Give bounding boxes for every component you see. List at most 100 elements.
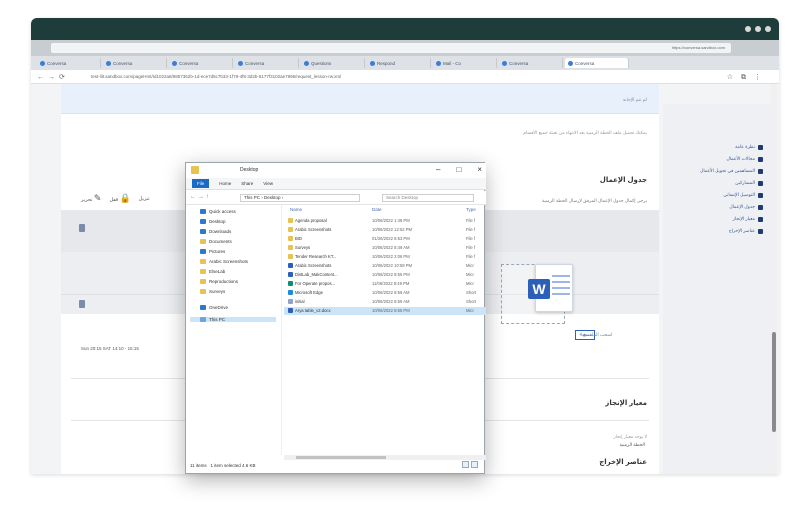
- nav-label: ElseLab: [209, 269, 226, 274]
- column-date[interactable]: Date: [372, 207, 382, 212]
- window-controls: [745, 26, 771, 32]
- nav-item-selected[interactable]: This PC: [190, 317, 276, 322]
- file-row[interactable]: Arabic Screenshots 10/06/2022 12:52 PM Fil…: [284, 226, 486, 234]
- column-type[interactable]: Type: [466, 207, 476, 212]
- word-doc-icon: [288, 272, 293, 277]
- file-date: 11/06/2022 8:49 PM: [372, 281, 410, 286]
- tab-label: Conversa: [509, 60, 529, 66]
- sidebar-item[interactable]: جدول الإعمال: [729, 204, 763, 210]
- word-icon: W: [528, 279, 550, 299]
- nav-item[interactable]: Arabic Screenshots: [200, 259, 248, 264]
- nav-label: Quick access: [209, 209, 236, 214]
- file-name-cell: Arya table_v2.docx: [288, 308, 368, 313]
- browser-tab[interactable]: Conversa: [103, 58, 167, 68]
- browser-tab[interactable]: Conversa: [235, 58, 299, 68]
- sidebar-item[interactable]: المشاركين: [735, 180, 763, 186]
- minimize-dot[interactable]: [745, 26, 751, 32]
- notice-text: لم تتم الإجابة: [622, 97, 647, 102]
- tab-favicon-icon: [568, 60, 573, 66]
- browser-tab[interactable]: Conversa: [37, 58, 101, 68]
- file-name: Microsoft Edge: [295, 290, 323, 295]
- nav-item[interactable]: Pictures: [200, 249, 225, 254]
- file-type: Short: [466, 290, 477, 295]
- nav-label: Desktop: [209, 219, 226, 224]
- details-view-button[interactable]: [462, 461, 469, 468]
- sidebar-item[interactable]: عناصر الإخراج: [729, 228, 763, 234]
- nav-item[interactable]: Reproductions: [200, 279, 238, 284]
- ribbon-tab-file[interactable]: File: [192, 179, 210, 188]
- browser-tab[interactable]: Conversa: [169, 58, 233, 68]
- browser-actions[interactable]: ☆⧉⋮: [727, 73, 769, 82]
- file-row[interactable]: Tender Research KT... 10/06/2022 2:06 PM F…: [284, 253, 486, 261]
- sidebar-item[interactable]: معيار الإنجاز: [733, 216, 763, 222]
- sidebar: نظرة عامة مجالات الأعمال المساهمين في تح…: [663, 104, 773, 474]
- browser-tab[interactable]: Mail - Co: [433, 58, 497, 68]
- browser-tab-active[interactable]: Conversa: [565, 58, 629, 68]
- top-url-strip: https://conversa.sandbox.com: [31, 40, 779, 56]
- tab-label: Conversa: [575, 60, 595, 66]
- column-name[interactable]: Name: [290, 207, 302, 212]
- minimize-icon[interactable]: –: [436, 165, 440, 174]
- download-icon: [200, 229, 206, 234]
- folder-icon: [288, 254, 293, 259]
- file-row[interactable]: For Operate propos... 11/06/2022 8:49 PM M…: [284, 280, 486, 288]
- folder-icon: [191, 166, 199, 174]
- url-field[interactable]: test-lilt.sandbox.com/pageHmt/Id1022a6/9…: [91, 74, 341, 79]
- folder-icon: [200, 259, 206, 264]
- top-url-box[interactable]: https://conversa.sandbox.com: [51, 43, 731, 53]
- lock-button[interactable]: قفل 🔒: [109, 193, 130, 204]
- file-row[interactable]: Microsoft Edge 10/06/2022 8:59 AM Short: [284, 289, 486, 297]
- nav-item[interactable]: Downloads: [200, 229, 231, 234]
- nav-buttons[interactable]: ←→⟳: [37, 73, 69, 81]
- file-name: For Operate propos...: [295, 281, 336, 286]
- ribbon-tab-view[interactable]: View: [263, 181, 273, 186]
- nav-item[interactable]: Documents: [200, 239, 232, 244]
- sidebar-item[interactable]: التوصيل الإنساني: [723, 192, 763, 198]
- nav-item[interactable]: OneDrive: [200, 305, 228, 310]
- file-row[interactable]: Agenda proposal 10/06/2022 1:48 PM File f: [284, 217, 486, 225]
- nav-item[interactable]: ElseLab: [200, 269, 225, 274]
- sidebar-item[interactable]: المساهمين في تحويل الأعمال: [700, 168, 763, 174]
- explorer-status: 11 items 1 item selected 4.6 KB: [190, 463, 255, 468]
- ribbon-tab-home[interactable]: Home: [219, 181, 231, 186]
- file-row[interactable]: Arabic Screenshots 10/06/2022 10:59 PM Mic…: [284, 262, 486, 270]
- pc-icon: [200, 317, 206, 322]
- file-row[interactable]: BID 01/26/2022 8:53 PM File f: [284, 235, 486, 243]
- browser-tab[interactable]: Conversa: [499, 58, 563, 68]
- explorer-hscroll-thumb[interactable]: [296, 456, 386, 459]
- close-icon[interactable]: ×: [477, 165, 482, 174]
- file-row[interactable]: Surveys 10/06/2022 8:49 AM File f: [284, 244, 486, 252]
- download-button[interactable]: تنزيل: [139, 196, 150, 202]
- tab-favicon-icon: [40, 60, 45, 66]
- explorer-path[interactable]: This PC › Desktop ›: [240, 194, 360, 202]
- maximize-icon[interactable]: □: [456, 165, 461, 174]
- nav-label: Surveys: [209, 289, 226, 294]
- browser-tab[interactable]: Respond: [367, 58, 431, 68]
- scrollbar-thumb[interactable]: [772, 332, 776, 432]
- sidebar-item[interactable]: مجالات الأعمال: [727, 156, 763, 162]
- icons-view-button[interactable]: [471, 461, 478, 468]
- tab-bar: Conversa Conversa Conversa Conversa Ques…: [31, 56, 779, 70]
- nav-item[interactable]: Surveys: [200, 289, 225, 294]
- browser-tab[interactable]: Questions: [301, 58, 365, 68]
- nav-item[interactable]: Desktop: [200, 219, 226, 224]
- file-type: Micr: [466, 281, 474, 286]
- sidebar-item[interactable]: نظرة عامة: [735, 144, 763, 150]
- ribbon-tab-share[interactable]: Share: [241, 181, 253, 186]
- explorer-search-input[interactable]: Search Desktop: [382, 194, 474, 202]
- file-row-selected[interactable]: Arya table_v2.docx 10/06/2022 8:55 PM Micr: [284, 307, 486, 315]
- pencil-icon: ✎: [93, 193, 102, 203]
- sidebar-label: المساهمين في تحويل الأعمال: [700, 168, 755, 173]
- shortcut-icon: [288, 299, 293, 304]
- edit-button[interactable]: تحرير ✎: [81, 193, 101, 204]
- explorer-nav-buttons[interactable]: ←→↑: [190, 194, 211, 200]
- schedule-toolbar: تحرير ✎ قفل 🔒 تنزيل: [81, 193, 150, 204]
- folder-icon: [288, 218, 293, 223]
- file-row[interactable]: initial 10/06/2022 8:59 AM Short: [284, 298, 486, 306]
- nav-item[interactable]: Quick access: [200, 209, 236, 214]
- close-dot[interactable]: [765, 26, 771, 32]
- maximize-dot[interactable]: [755, 26, 761, 32]
- file-type: File f: [466, 236, 476, 241]
- file-row[interactable]: DistLab_MakContent... 10/06/2022 8:55 PM M…: [284, 271, 486, 279]
- dragged-word-document[interactable]: W: [528, 264, 573, 312]
